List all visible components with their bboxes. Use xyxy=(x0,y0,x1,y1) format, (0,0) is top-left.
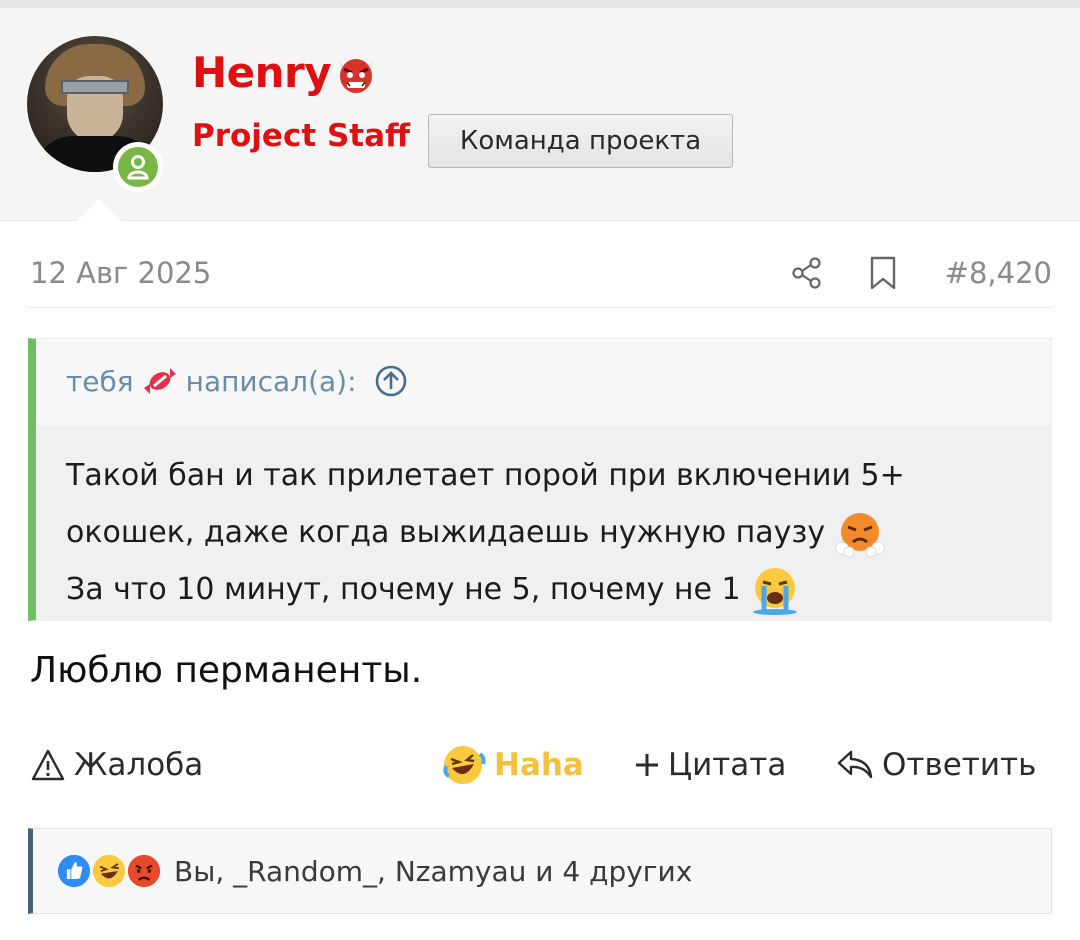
quote-body: Такой бан и так прилетает порой при вклю… xyxy=(36,425,1052,621)
quote-line: окошек, даже когда выжидаешь нужную пауз… xyxy=(66,504,1022,561)
username-text: Henry xyxy=(192,48,332,97)
quote-line: За что 10 минут, почему не 5, почему не … xyxy=(66,561,1022,618)
angry-steam-emoji-icon xyxy=(835,512,885,557)
crying-emoji-icon xyxy=(752,567,797,615)
quote-block: тебя написал(а): Такой бан и так прилета… xyxy=(28,338,1052,621)
plus-icon xyxy=(636,754,658,776)
username[interactable]: Henry xyxy=(192,48,379,97)
post-date[interactable]: 12 Авг 2025 xyxy=(30,256,211,290)
user-title: Project Staff xyxy=(192,118,411,154)
reaction-haha-button[interactable]: Haha xyxy=(440,742,584,788)
online-status-icon xyxy=(113,142,163,192)
reactions-bar[interactable]: Вы, _Random_, Nzamyau и 4 других xyxy=(28,828,1052,914)
reply-label: Ответить xyxy=(882,747,1037,783)
share-icon[interactable] xyxy=(790,256,824,290)
top-border xyxy=(0,0,1080,8)
ogre-emoji-icon xyxy=(339,58,374,93)
reactions-list[interactable]: Вы, _Random_, Nzamyau и 4 других xyxy=(174,855,692,888)
bookmark-icon[interactable] xyxy=(867,256,899,290)
arrow-up-circle-icon[interactable] xyxy=(373,363,409,399)
quote-line: Такой бан и так прилетает порой при вклю… xyxy=(66,458,905,493)
user-header: Henry Project Staff Команда проекта xyxy=(0,8,1080,221)
quote-line-text: За что 10 минут, почему не 5, почему не … xyxy=(66,572,741,607)
angry-icon xyxy=(125,852,163,890)
haha-emoji-icon xyxy=(443,746,486,784)
quote-button[interactable]: Цитата xyxy=(634,742,786,788)
user-banner: Команда проекта xyxy=(428,114,733,168)
quote-header[interactable]: тебя написал(а): xyxy=(66,363,409,399)
report-label: Жалоба xyxy=(74,747,204,783)
post-text: Люблю перманенты. xyxy=(30,650,423,691)
quote-line-text: окошек, даже когда выжидаешь нужную пауз… xyxy=(66,515,826,550)
candy-emoji-icon xyxy=(143,368,176,394)
post-number[interactable]: #8,420 xyxy=(942,256,1052,290)
reply-icon xyxy=(837,750,873,779)
quote-author[interactable]: тебя xyxy=(66,365,134,398)
warning-icon xyxy=(31,749,65,781)
like-icon xyxy=(55,852,93,890)
haha-icon xyxy=(90,852,128,890)
reaction-icons xyxy=(55,852,163,890)
divider xyxy=(28,307,1052,308)
header-pointer xyxy=(76,199,122,222)
quote-label: Цитата xyxy=(668,747,787,783)
report-button[interactable]: Жалоба xyxy=(30,742,203,788)
reply-button[interactable]: Ответить xyxy=(836,742,1036,788)
quote-wrote-label: написал(а): xyxy=(185,364,357,398)
haha-label: Haha xyxy=(494,747,584,783)
